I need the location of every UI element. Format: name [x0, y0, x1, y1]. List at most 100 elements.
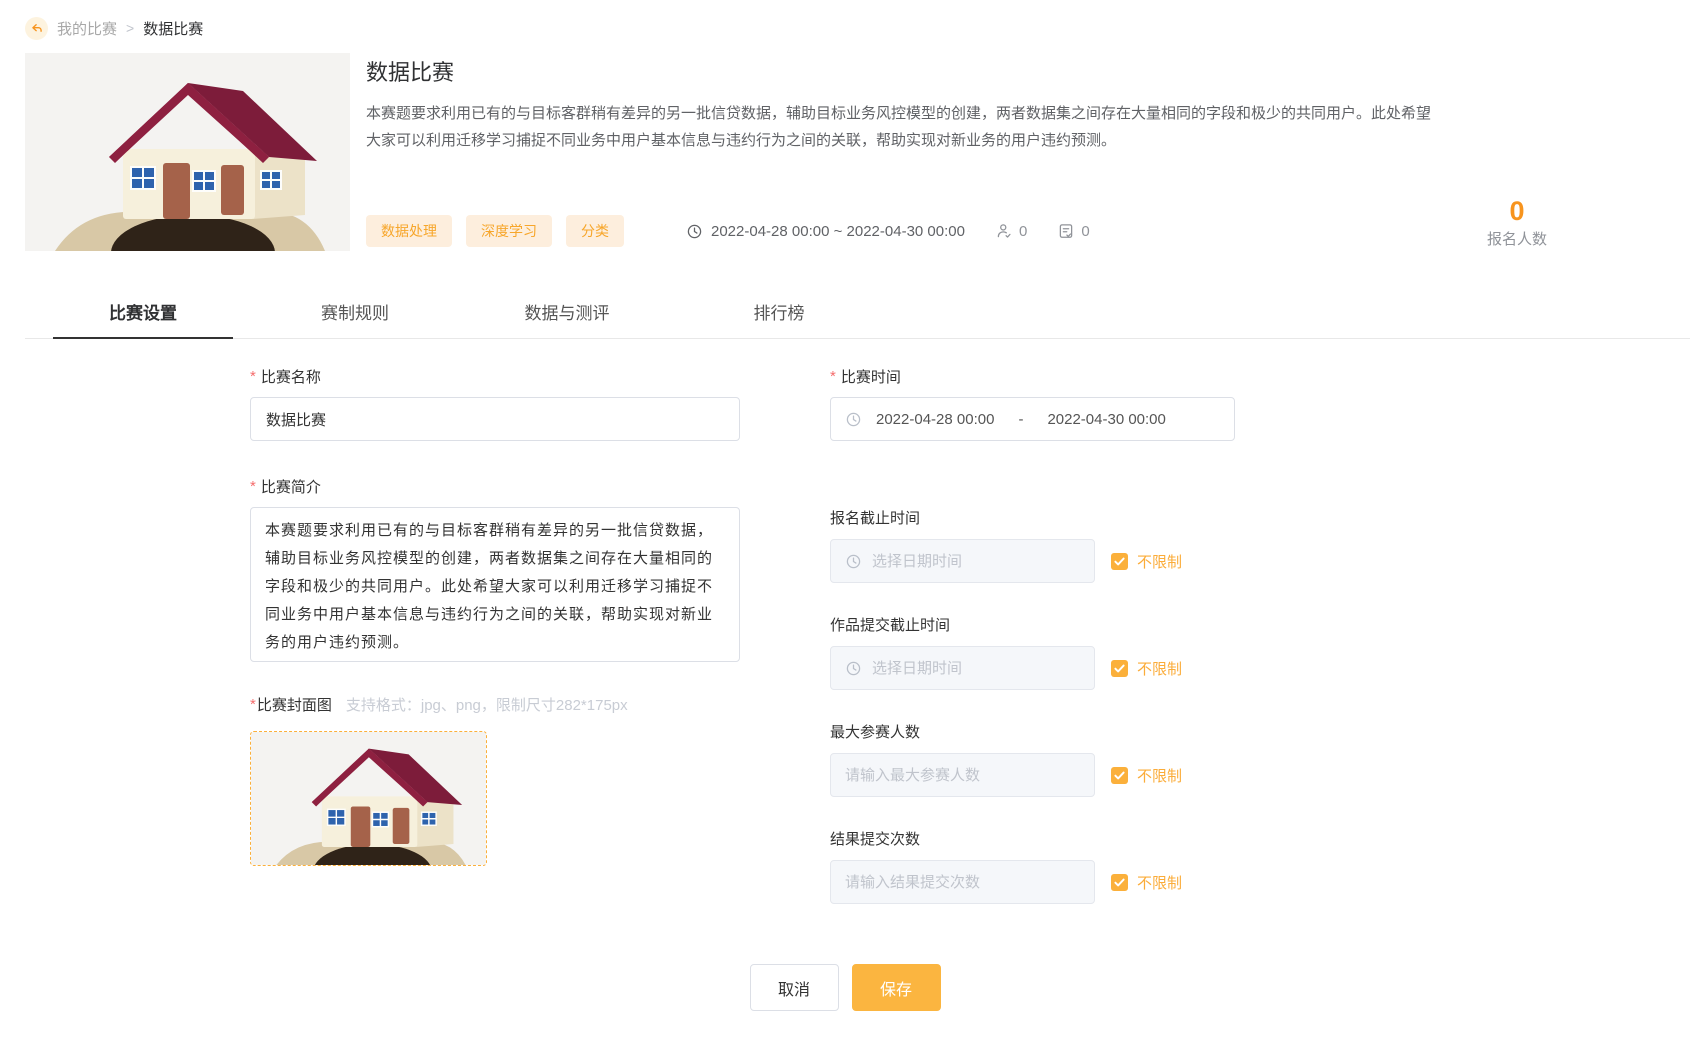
checkbox-checked-icon [1111, 874, 1128, 891]
competition-name-input[interactable] [250, 397, 740, 441]
competition-header: 数据比赛 本赛题要求利用已有的与目标客群稍有差异的另一批信贷数据，辅助目标业务风… [25, 53, 1548, 251]
signup-deadline-row: 不限制 [830, 539, 1235, 583]
required-asterisk: * [250, 478, 256, 495]
unlimited-label: 不限制 [1137, 551, 1182, 572]
header-meta-row: 数据处理 深度学习 分类 2022-04-28 00:00 ~ 2022-04-… [366, 215, 1548, 251]
competition-time-range: 2022-04-28 00:00 ~ 2022-04-30 00:00 [686, 223, 965, 240]
tab-data-evaluation[interactable]: 数据与测评 [477, 299, 657, 339]
max-participants-field: 最大参赛人数 不限制 [830, 722, 1235, 797]
competition-name-label: * 比赛名称 [250, 367, 740, 385]
unlimited-label: 不限制 [1137, 765, 1182, 786]
work-deadline-unlimited-checkbox[interactable]: 不限制 [1111, 658, 1182, 679]
cancel-button[interactable]: 取消 [750, 964, 839, 1011]
clock-icon [845, 411, 862, 428]
max-participants-label: 最大参赛人数 [830, 722, 1235, 740]
result-submit-times-field: 结果提交次数 不限制 [830, 829, 1235, 904]
member-count: 0 [1019, 223, 1027, 240]
cover-upload-field: * 比赛封面图 支持格式：jpg、png，限制尺寸282*175px [250, 695, 740, 866]
signup-deadline-label: 报名截止时间 [830, 508, 1235, 526]
max-participants-input [830, 753, 1095, 797]
label-text: 比赛简介 [261, 476, 321, 497]
competition-intro-textarea[interactable]: 本赛题要求利用已有的与目标客群稍有差异的另一批信贷数据，辅助目标业务风控模型的创… [250, 507, 740, 662]
checkbox-checked-icon [1111, 553, 1128, 570]
checkbox-checked-icon [1111, 767, 1128, 784]
person-check-icon [995, 222, 1013, 240]
unlimited-label: 不限制 [1137, 658, 1182, 679]
competition-cover-image [25, 53, 350, 251]
label-text: 作品提交截止时间 [830, 614, 950, 635]
member-counter: 0 [995, 222, 1027, 240]
signup-deadline-field: 报名截止时间 不限制 [830, 508, 1235, 583]
signup-count-label: 报名人数 [1486, 228, 1548, 249]
label-text: 报名截止时间 [830, 507, 920, 528]
tab-leaderboard[interactable]: 排行榜 [689, 299, 869, 339]
tag-badge: 数据处理 [366, 215, 452, 247]
label-text: 最大参赛人数 [830, 721, 920, 742]
date-range-picker[interactable]: 2022-04-28 00:00 - 2022-04-30 00:00 [830, 397, 1235, 441]
label-text: 比赛名称 [261, 366, 321, 387]
work-deadline-datepicker [872, 660, 1080, 677]
start-date-value: 2022-04-28 00:00 [876, 411, 994, 428]
result-submit-times-unlimited-checkbox[interactable]: 不限制 [1111, 872, 1182, 893]
competition-intro-label: * 比赛简介 [250, 477, 740, 495]
header-main: 数据比赛 本赛题要求利用已有的与目标客群稍有差异的另一批信贷数据，辅助目标业务风… [366, 53, 1548, 251]
result-submit-times-label: 结果提交次数 [830, 829, 1235, 847]
breadcrumb: 我的比赛 > 数据比赛 [25, 0, 1690, 40]
tag-badge: 分类 [566, 215, 624, 247]
cover-upload-label: * 比赛封面图 支持格式：jpg、png，限制尺寸282*175px [250, 695, 740, 713]
signup-deadline-datepicker [872, 553, 1080, 570]
result-submit-times-input [830, 860, 1095, 904]
settings-form: * 比赛名称 * 比赛简介 本赛题要求利用已有的与目标客群稍有差异的另一批信贷数… [25, 367, 1690, 904]
signup-deadline-unlimited-checkbox[interactable]: 不限制 [1111, 551, 1182, 572]
back-arrow-icon[interactable] [25, 17, 48, 40]
result-submit-times-row: 不限制 [830, 860, 1235, 904]
form-left-column: * 比赛名称 * 比赛简介 本赛题要求利用已有的与目标客群稍有差异的另一批信贷数… [250, 367, 740, 904]
competition-description: 本赛题要求利用已有的与目标客群稍有差异的另一批信贷数据，辅助目标业务风控模型的创… [366, 100, 1436, 154]
breadcrumb-current: 数据比赛 [143, 18, 203, 39]
label-text: 比赛封面图 [257, 694, 332, 715]
submission-count: 0 [1081, 223, 1089, 240]
required-asterisk: * [830, 368, 836, 385]
competition-detail-page: 我的比赛 > 数据比赛 数据比赛 本赛题要求利用已有的与目标客群稍有差异的另一批… [0, 0, 1690, 1011]
range-separator: - [1018, 411, 1023, 428]
clock-icon [845, 553, 862, 570]
document-check-icon [1057, 222, 1075, 240]
tab-bar: 比赛设置 赛制规则 数据与测评 排行榜 [25, 293, 1690, 339]
max-participants-row: 不限制 [830, 753, 1235, 797]
work-deadline-input [830, 646, 1095, 690]
cover-upload-preview[interactable] [250, 731, 487, 866]
unlimited-label: 不限制 [1137, 872, 1182, 893]
time-range-text: 2022-04-28 00:00 ~ 2022-04-30 00:00 [711, 223, 965, 240]
required-asterisk: * [250, 696, 256, 713]
cover-format-hint: 支持格式：jpg、png，限制尺寸282*175px [346, 694, 628, 715]
clock-icon [686, 223, 703, 240]
required-asterisk: * [250, 368, 256, 385]
tag-badge: 深度学习 [466, 215, 552, 247]
breadcrumb-separator: > [126, 20, 134, 36]
signup-count: 0 [1486, 197, 1548, 225]
result-submit-times-number-input [845, 874, 1080, 891]
max-participants-unlimited-checkbox[interactable]: 不限制 [1111, 765, 1182, 786]
signup-summary: 0 报名人数 [1486, 197, 1548, 249]
tab-rules[interactable]: 赛制规则 [265, 299, 445, 339]
breadcrumb-my-competitions[interactable]: 我的比赛 [57, 18, 117, 39]
checkbox-checked-icon [1111, 660, 1128, 677]
save-button[interactable]: 保存 [852, 964, 941, 1011]
form-right-column: * 比赛时间 2022-04-28 00:00 - 2022-04-30 00:… [830, 367, 1235, 904]
signup-deadline-input [830, 539, 1095, 583]
competition-intro-field: * 比赛简介 本赛题要求利用已有的与目标客群稍有差异的另一批信贷数据，辅助目标业… [250, 477, 740, 667]
end-date-value: 2022-04-30 00:00 [1047, 411, 1165, 428]
max-participants-number-input [845, 767, 1080, 784]
work-deadline-label: 作品提交截止时间 [830, 615, 1235, 633]
page-title: 数据比赛 [366, 55, 1548, 87]
competition-name-field: * 比赛名称 [250, 367, 740, 441]
competition-time-label: * 比赛时间 [830, 367, 1235, 385]
competition-time-field: * 比赛时间 2022-04-28 00:00 - 2022-04-30 00:… [830, 367, 1235, 441]
form-actions: 取消 保存 [0, 964, 1690, 1011]
work-deadline-field: 作品提交截止时间 不限制 [830, 615, 1235, 690]
tab-competition-settings[interactable]: 比赛设置 [53, 299, 233, 339]
work-deadline-row: 不限制 [830, 646, 1235, 690]
label-text: 结果提交次数 [830, 828, 920, 849]
clock-icon [845, 660, 862, 677]
label-text: 比赛时间 [841, 366, 901, 387]
